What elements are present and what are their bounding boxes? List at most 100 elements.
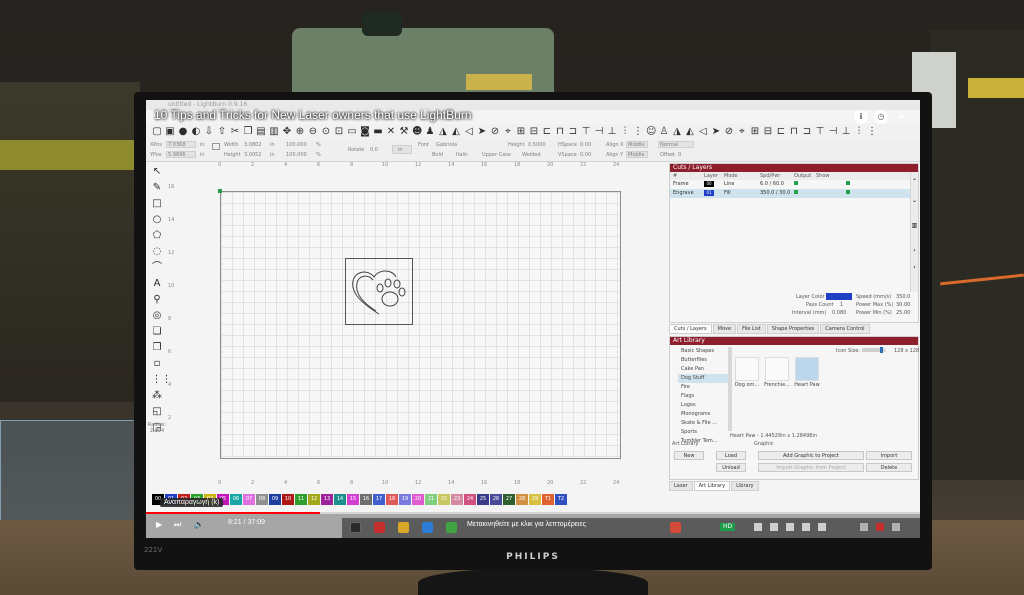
notification-icon[interactable] (876, 523, 884, 531)
boolean-subtract-icon[interactable]: ❐ (152, 342, 163, 353)
alignx-select[interactable]: Middle (628, 142, 645, 148)
rotate-field[interactable]: 0.0 (370, 147, 378, 153)
position-laser-icon[interactable]: ⚲ (152, 294, 163, 305)
heart-paw-design[interactable] (345, 258, 413, 325)
share-icon[interactable]: ➦ (894, 110, 908, 124)
save-as-icon[interactable]: ◐ (191, 127, 201, 137)
zoom-fit-icon[interactable]: ⊙ (321, 127, 331, 137)
rectangle-tool-icon[interactable]: □ (152, 198, 163, 209)
move-icon[interactable]: ✥ (282, 127, 292, 137)
edit-nodes-icon[interactable]: ✎ (152, 182, 163, 193)
library-category-item[interactable]: Fire (678, 383, 730, 392)
tools-icon[interactable]: ⚒ (399, 127, 409, 137)
tab-tool-icon[interactable]: ◱ (152, 406, 163, 417)
boolean-union-icon[interactable]: ❏ (152, 326, 163, 337)
tab-cuts-layers[interactable]: Cuts / Layers (669, 324, 712, 334)
clock-icon[interactable]: ◷ (874, 110, 888, 124)
vspace-field[interactable]: 0.00 (580, 152, 591, 158)
bold-checkbox[interactable]: Bold (432, 152, 443, 158)
tab-move[interactable]: Move (712, 324, 737, 334)
corner-tool-icon[interactable]: ⌒ (152, 262, 163, 273)
palette-swatch-22[interactable]: 22 (438, 494, 450, 505)
palette-swatch-18[interactable]: 18 (386, 494, 398, 505)
library-category-item[interactable]: Skate & File ... (678, 419, 730, 428)
camera-icon[interactable]: ◙ (360, 127, 370, 137)
align-bottom2-icon[interactable]: ⊥ (841, 127, 851, 137)
align-center-icon[interactable]: ⊓ (555, 127, 565, 137)
font-field[interactable]: Gabriola (436, 142, 457, 148)
align-top-icon[interactable]: ⊤ (581, 127, 591, 137)
palette-swatch-19[interactable]: 19 (399, 494, 411, 505)
delete-icon[interactable]: ▥ (269, 127, 279, 137)
align-bottom-icon[interactable]: ⊥ (607, 127, 617, 137)
scale-height-field[interactable]: 100.000 (286, 152, 307, 158)
palette-swatch-24[interactable]: 24 (464, 494, 476, 505)
add-graphic-button[interactable]: Add Graphic to Project (758, 451, 864, 460)
next-icon[interactable]: ⏭ (174, 520, 181, 530)
palette-swatch-17[interactable]: 17 (373, 494, 385, 505)
settings-tray-icon[interactable] (754, 523, 762, 531)
mode-select[interactable]: Line (724, 180, 760, 189)
move-up-icon[interactable]: ⌃ (911, 178, 918, 185)
select-tool-icon[interactable]: ↖ (152, 166, 163, 177)
tab-library[interactable]: Library (731, 481, 759, 491)
flip-h2-icon[interactable]: ◮ (672, 127, 682, 137)
app-icon-green[interactable] (446, 522, 457, 533)
library-category-item[interactable]: Flags (678, 392, 730, 401)
text-tool-icon[interactable]: A (152, 278, 163, 289)
offset-tool-icon[interactable]: ◌ (152, 246, 163, 257)
save-icon[interactable]: ● (178, 127, 188, 137)
delete-button[interactable]: Delete (866, 463, 912, 472)
lock-icon[interactable] (212, 143, 220, 150)
paste-icon[interactable]: ▤ (256, 127, 266, 137)
library-category-item[interactable]: Butterflies (678, 356, 730, 365)
circular-array-icon[interactable]: ⁂ (152, 390, 163, 401)
group-icon[interactable]: ⊞ (516, 127, 526, 137)
align-top2-icon[interactable]: ⊤ (815, 127, 825, 137)
palette-swatch-06[interactable]: 06 (230, 494, 242, 505)
flip-v-icon[interactable]: ◭ (451, 127, 461, 137)
tab-art-library[interactable]: Art Library (693, 481, 731, 491)
speed-field[interactable]: 350.0 (896, 294, 910, 300)
distribute-v-icon[interactable]: ⋮ (633, 127, 643, 137)
output-toggle[interactable] (794, 190, 798, 194)
power-min-field[interactable]: 25.00 (896, 310, 910, 316)
miniplayer-tray-icon[interactable] (786, 523, 794, 531)
flip-h-icon[interactable]: ◮ (438, 127, 448, 137)
position2-icon[interactable]: ⌖ (737, 127, 747, 137)
export-icon[interactable]: ⇧ (217, 127, 227, 137)
copy-icon[interactable]: ❐ (243, 127, 253, 137)
text-mode-select[interactable]: Normal (660, 142, 678, 148)
unload-library-button[interactable]: Unload (716, 463, 746, 472)
tab-shape-properties[interactable]: Shape Properties (766, 324, 820, 334)
show-toggle[interactable] (846, 181, 850, 185)
open-file-icon[interactable]: ▣ (165, 127, 175, 137)
uppercase-checkbox[interactable]: Upper Case (482, 152, 511, 158)
subtitles-tray-icon[interactable] (770, 523, 778, 531)
zoom-page-icon[interactable]: ⊡ (334, 127, 344, 137)
library-category-item[interactable]: Monograms (678, 410, 730, 419)
palette-swatch-25[interactable]: 25 (477, 494, 489, 505)
align-center2-icon[interactable]: ⊓ (789, 127, 799, 137)
video-title[interactable]: 10 Tips and Tricks for New Laser owners … (154, 108, 472, 122)
layer-color-swatch[interactable] (826, 293, 852, 300)
volume-icon[interactable]: 🔈 (194, 520, 204, 529)
palette-swatch-t2[interactable]: T2 (555, 494, 567, 505)
height-field[interactable]: 3.0052 (244, 152, 262, 158)
thumb-frenchie[interactable]: Frenchie... (764, 357, 790, 391)
user-icon[interactable]: ☻ (412, 127, 422, 137)
collapse-icon[interactable]: ‹ (911, 264, 918, 271)
fullscreen-tray-icon[interactable] (818, 523, 826, 531)
cut-row-engrave[interactable]: Engrave 01 Fill 350.0 / 30.0 (670, 189, 918, 198)
palette-swatch-t1[interactable]: T1 (542, 494, 554, 505)
palette-swatch-23[interactable]: 23 (451, 494, 463, 505)
position-icon[interactable]: ⌖ (503, 127, 513, 137)
import-icon[interactable]: ⇩ (204, 127, 214, 137)
load-library-button[interactable]: Load (716, 451, 746, 460)
palette-swatch-12[interactable]: 12 (308, 494, 320, 505)
library-category-item[interactable]: Basic Shapes (678, 347, 730, 356)
width-field[interactable]: 3.0802 (244, 142, 262, 148)
app-icon-blue[interactable] (422, 522, 433, 533)
show-toggle[interactable] (846, 190, 850, 194)
xpos-field[interactable]: 7.0368 (168, 142, 186, 148)
